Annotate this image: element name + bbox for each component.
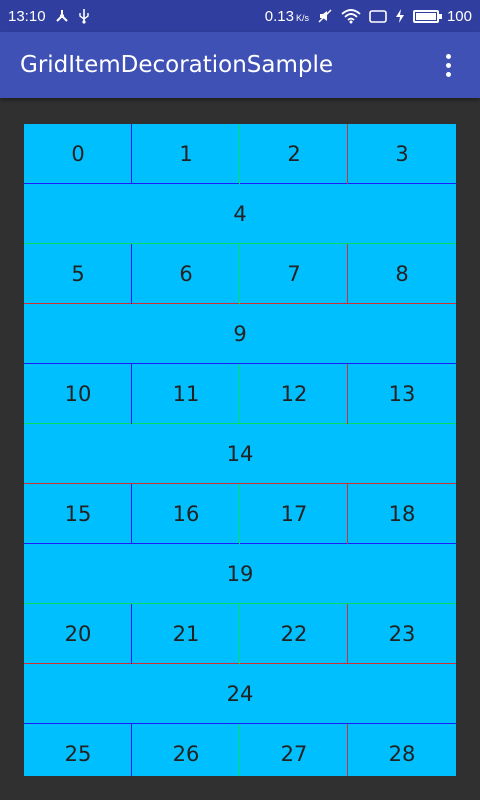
grid-row: 25 26 27 28 [24,724,456,776]
grid-item[interactable]: 2 [240,124,348,184]
grid-item[interactable]: 17 [240,484,348,544]
grid-item[interactable]: 28 [348,724,456,776]
grid-row: 15 16 17 18 [24,484,456,544]
grid-item[interactable]: 20 [24,604,132,664]
grid-item[interactable]: 26 [132,724,240,776]
grid-item[interactable]: 25 [24,724,132,776]
column-divider [347,364,348,424]
wifi-icon [341,8,361,24]
grid-item[interactable]: 4 [24,184,456,244]
grid-row: 5678 [24,244,456,304]
grid-item[interactable]: 11 [132,364,240,424]
column-divider [239,244,240,304]
grid-item[interactable]: 7 [240,244,348,304]
grid-row: 10 11 12 13 [24,364,456,424]
grid-recycler-view[interactable]: 0 1 2 3 4 5 6 7 8 9 10 11 12 13 14 15 16 17 18 19 20 21 22 23 24… [24,124,456,776]
network-speed: 0.13 [264,7,294,25]
grid-row: 14 [24,424,456,484]
grid-row: 0123 [24,124,456,184]
column-divider [131,604,132,664]
column-divider [239,484,240,544]
column-divider [347,724,348,776]
column-divider [131,364,132,424]
grid-item[interactable]: 9 [24,304,456,364]
grid-item[interactable]: 24 [24,664,456,724]
column-divider [239,724,240,776]
status-bar: 13:10 0.13 K/s 100 [0,0,480,32]
grid-row: 9 [24,304,456,364]
screen-icon [369,8,387,24]
column-divider [347,244,348,304]
network-speed-unit: K/s [295,13,309,23]
column-divider [347,124,348,184]
column-divider [239,124,240,184]
grid-item[interactable]: 22 [240,604,348,664]
column-divider [131,724,132,776]
grid-item[interactable]: 18 [348,484,456,544]
app-title: GridItemDecorationSample [20,52,334,78]
grid-item[interactable]: 23 [348,604,456,664]
grid-item[interactable]: 13 [348,364,456,424]
usb-icon [78,8,90,24]
grid-item[interactable]: 5 [24,244,132,304]
grid-item[interactable]: 1 [132,124,240,184]
grid-item[interactable]: 3 [348,124,456,184]
column-divider [239,364,240,424]
column-divider [131,244,132,304]
grid-item[interactable]: 6 [132,244,240,304]
grid-item[interactable]: 8 [348,244,456,304]
grid-item[interactable]: 10 [24,364,132,424]
column-divider [239,604,240,664]
grid-item[interactable]: 12 [240,364,348,424]
grid-item[interactable]: 19 [24,544,456,604]
grid-item[interactable]: 27 [240,724,348,776]
grid-row: 19 [24,544,456,604]
column-divider [347,484,348,544]
charging-icon [395,8,405,24]
grid-row: 24 [24,664,456,724]
app-bar: GridItemDecorationSample [0,32,480,98]
mute-icon [317,8,333,24]
grid-item[interactable]: 15 [24,484,132,544]
grid-row: 4 [24,184,456,244]
more-vert-icon[interactable] [436,49,460,81]
column-divider [131,124,132,184]
grid-item[interactable]: 0 [24,124,132,184]
grid-row: 20 21 22 23 [24,604,456,664]
share-icon [54,8,70,24]
grid-item[interactable]: 21 [132,604,240,664]
battery-level: 100 [446,7,472,25]
battery-icon [412,9,442,23]
column-divider [131,484,132,544]
grid-item[interactable]: 16 [132,484,240,544]
status-time: 13:10 [8,7,46,25]
column-divider [347,604,348,664]
grid-item[interactable]: 14 [24,424,456,484]
